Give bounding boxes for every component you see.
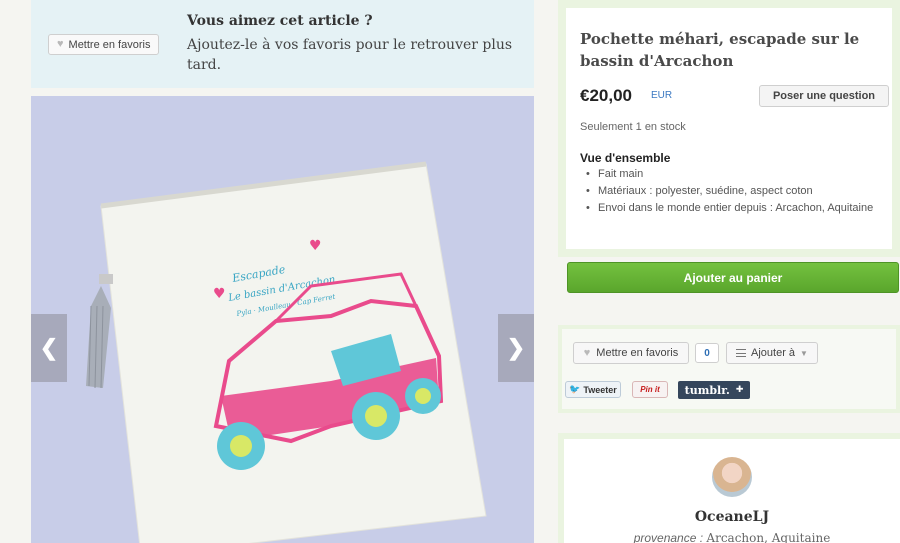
social-card: ♥ Mettre en favoris 0 Ajouter à ▼ 🐦 Twee… [562,329,896,409]
favorite-button[interactable]: ♥ Mettre en favoris [573,342,689,364]
product-info-card: Pochette méhari, escapade sur le bassin … [566,8,892,249]
currency-link[interactable]: EUR [651,90,672,101]
plus-icon: ✚ [735,385,744,395]
svg-text:♥: ♥ [309,238,322,254]
favorite-label: Mettre en favoris [596,347,679,359]
next-image-button[interactable]: ❯ [498,314,534,382]
shop-panel: OceaneLJ provenance : Arcachon, Aquitain… [558,433,900,543]
add-to-cart-button[interactable]: Ajouter au panier [567,262,899,293]
shop-avatar[interactable] [712,457,752,497]
overview-list: Fait main Matériaux : polyester, suédine… [586,166,886,217]
add-to-list-button[interactable]: Ajouter à ▼ [726,342,818,364]
heart-icon: ♥ [583,346,591,359]
stock-status: Seulement 1 en stock [580,121,686,133]
pouch-illustration: ♥ ♥ Escapade Le bassin d'Arcachon Pyla ·… [86,161,487,543]
svg-text:♥: ♥ [213,286,226,302]
heart-icon: ♥ [57,38,64,50]
favorites-banner: ♥ Mettre en favoris Vous aimez cet artic… [31,0,534,88]
social-panel: ♥ Mettre en favoris 0 Ajouter à ▼ 🐦 Twee… [558,325,900,413]
origin-value: Arcachon, Aquitaine [706,531,831,543]
banner-favorite-label: Mettre en favoris [68,38,151,51]
overview-item: Envoi dans le monde entier depuis : Arca… [586,200,886,217]
tumblr-label: tumblr. [684,383,730,397]
shop-origin: provenance : Arcachon, Aquitaine [564,531,900,543]
overview-item: Fait main [586,166,886,183]
origin-label: provenance : [633,531,704,543]
product-price: €20,00 [580,86,632,105]
shop-card: OceaneLJ provenance : Arcachon, Aquitain… [564,439,900,543]
product-info-panel: Pochette méhari, escapade sur le bassin … [558,0,900,257]
product-title: Pochette méhari, escapade sur le bassin … [580,30,860,70]
banner-title: Vous aimez cet article ? [187,13,373,29]
product-image[interactable]: ♥ ♥ Escapade Le bassin d'Arcachon Pyla ·… [31,96,534,543]
pinterest-button[interactable]: Pin it [632,381,668,398]
ask-question-button[interactable]: Poser une question [759,85,889,107]
twitter-bird-icon: 🐦 [569,384,581,394]
tweet-label: Tweeter [583,384,617,395]
banner-favorite-button[interactable]: ♥ Mettre en favoris [48,34,160,55]
caret-down-icon: ▼ [800,348,808,358]
banner-text: Ajoutez-le à vos favoris pour le retrouv… [187,37,513,73]
tumblr-button[interactable]: tumblr. ✚ [678,381,750,399]
favorite-count: 0 [695,343,719,363]
add-to-label: Ajouter à [751,347,796,359]
list-icon [736,349,747,357]
previous-image-button[interactable]: ❮ [31,314,67,382]
tweet-button[interactable]: 🐦 Tweeter [565,381,621,398]
overview-title: Vue d'ensemble [580,151,671,165]
overview-item: Matériaux : polyester, suédine, aspect c… [586,183,886,200]
shop-name[interactable]: OceaneLJ [564,509,900,525]
